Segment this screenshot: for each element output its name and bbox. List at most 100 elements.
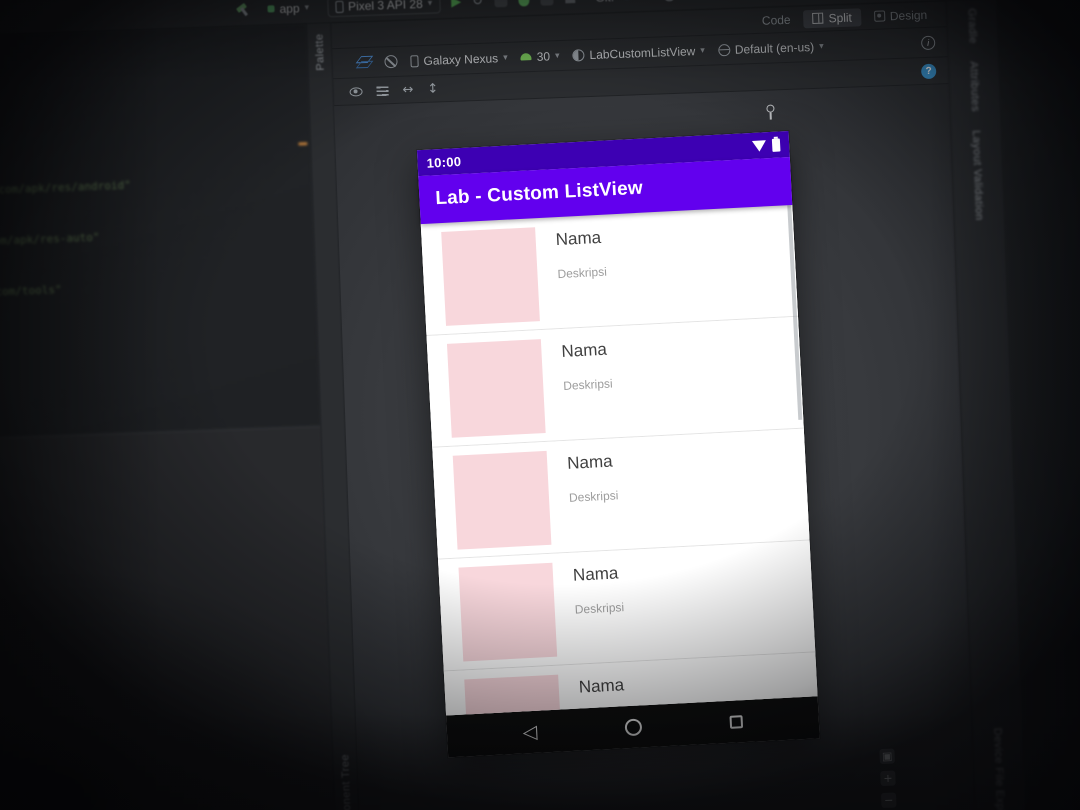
code-line: …lk.com/apk/res/android" — [0, 178, 131, 198]
device-dropdown[interactable]: Pixel 3 API 28 ▾ — [326, 0, 441, 17]
item-title: Nama — [572, 563, 619, 585]
list-item[interactable]: Nama Deskripsi — [432, 428, 810, 560]
item-title: Nama — [566, 451, 614, 473]
tab-code-label: Code — [761, 12, 791, 28]
list-item[interactable]: Nama Deskripsi — [438, 540, 816, 672]
chevron-down-icon: ▾ — [502, 51, 508, 63]
item-subtitle: Deskripsi — [574, 600, 625, 617]
battery-icon — [771, 138, 781, 152]
chevron-down-icon: ▾ — [554, 50, 560, 61]
main-area: …lk.com/apk/res/android" ….com/apk/res-a… — [0, 0, 1080, 810]
view-options-eye-icon[interactable] — [349, 86, 363, 97]
debug-icon[interactable] — [517, 0, 530, 7]
component-tree-tab[interactable]: Component Tree — [339, 754, 355, 810]
item-title: Nama — [578, 675, 625, 697]
zoom-fit-button[interactable]: ▣ — [879, 748, 895, 765]
zoom-out-button[interactable]: − — [880, 792, 897, 809]
gradle-tab[interactable]: Gradle — [965, 8, 978, 44]
image-placeholder — [452, 450, 552, 550]
device-icon — [410, 54, 419, 67]
image-placeholder — [464, 674, 563, 716]
theme-dropdown[interactable]: LabCustomListView ▾ — [572, 43, 705, 62]
history-clock-icon[interactable] — [662, 0, 676, 1]
git-label: Git: — [595, 0, 614, 4]
design-pane: Code Split Design Galaxy Nexus ▾ 30 ▾ La… — [331, 1, 976, 810]
run-config-dropdown[interactable]: app ▾ — [260, 0, 316, 18]
item-texts: Nama Deskripsi — [572, 550, 625, 616]
git-group: Git: ↙ ✓ ↶ — [595, 0, 695, 4]
list-view-icon[interactable] — [376, 84, 389, 97]
orientation-horizontal-icon[interactable]: ↔ — [402, 82, 413, 97]
wifi-icon — [751, 139, 767, 152]
code-line: …k.com/tools" — [0, 283, 62, 300]
palette-tab[interactable]: Palette — [313, 33, 326, 70]
scrollbar-marker[interactable] — [298, 142, 308, 146]
clear-design-icon[interactable] — [384, 54, 398, 69]
recents-icon — [729, 714, 744, 729]
app-title: Lab - Custom ListView — [434, 177, 644, 210]
device-icon — [334, 0, 344, 13]
stop-icon[interactable]: ■ — [564, 0, 577, 6]
profiler-icon[interactable] — [493, 0, 508, 8]
locale-dropdown[interactable]: Default (en-us) ▾ — [717, 39, 824, 57]
item-title: Nama — [561, 339, 608, 362]
item-subtitle: Deskripsi — [557, 264, 608, 282]
item-texts: Nama Deskripsi — [566, 438, 619, 505]
theme-icon — [572, 48, 585, 62]
image-placeholder — [446, 338, 546, 438]
key-icon — [766, 104, 775, 113]
code-line: …t" — [0, 329, 136, 354]
layout-validation-tab[interactable]: Layout Validation — [970, 130, 985, 221]
git-update-icon[interactable]: ↙ — [623, 0, 634, 4]
status-icons — [751, 138, 781, 152]
split-icon — [812, 12, 824, 24]
help-icon[interactable]: ? — [920, 63, 937, 79]
home-icon — [624, 717, 643, 736]
code-editor[interactable]: …lk.com/apk/res/android" ….com/apk/res-a… — [0, 24, 337, 810]
status-time: 10:00 — [426, 153, 462, 171]
tab-code[interactable]: Code — [753, 10, 800, 30]
module-icon — [267, 5, 275, 13]
chevron-down-icon: ▾ — [304, 2, 310, 13]
tab-design[interactable]: Design — [865, 5, 937, 26]
run-config-label: app — [279, 0, 300, 16]
locale-label: Default (en-us) — [734, 39, 815, 57]
attributes-tab[interactable]: Attributes — [967, 61, 981, 112]
tab-split-label: Split — [828, 10, 853, 25]
git-rollback-icon[interactable]: ↶ — [684, 0, 695, 2]
android-studio-window: app ▾ Pixel 3 API 28 ▾ ▶ ↻ ■ Git: ↙ ✓ ↶ — [0, 0, 1080, 810]
list-item[interactable]: Nama Deskripsi — [426, 316, 804, 448]
list-item[interactable]: Nama Deskripsi — [420, 204, 799, 336]
item-subtitle: Deskripsi — [568, 488, 619, 505]
virtual-device-dropdown[interactable]: Galaxy Nexus ▾ — [410, 50, 508, 67]
design-surface[interactable]: 10:00 Lab - Custom ListView Nama Deskrip… — [334, 84, 976, 810]
globe-icon — [717, 43, 731, 56]
item-texts: Nama Deskripsi — [555, 215, 608, 282]
list-view: Nama Deskripsi Nama Deskripsi Nama Deskr… — [420, 204, 818, 716]
surface-layers-icon[interactable] — [356, 56, 371, 70]
theme-label: LabCustomListView — [589, 43, 696, 62]
build-hammer-icon[interactable] — [235, 3, 249, 17]
device-file-explorer-tab[interactable]: Device File Explorer — [991, 727, 1007, 810]
bottom-tool-panel — [0, 425, 336, 810]
item-subtitle: Deskripsi — [562, 376, 613, 393]
virtual-device-label: Galaxy Nexus — [423, 50, 499, 68]
code-line: …" — [0, 380, 138, 405]
design-icon — [873, 10, 886, 22]
api-level-dropdown[interactable]: 30 ▾ — [520, 49, 560, 64]
rerun-icon[interactable]: ↻ — [472, 0, 483, 9]
image-placeholder — [458, 562, 558, 661]
orientation-vertical-icon[interactable]: ↕ — [427, 81, 438, 96]
code-line: ….com/apk/res-auto" — [0, 230, 100, 249]
item-title: Nama — [555, 227, 602, 250]
tab-split[interactable]: Split — [803, 7, 862, 28]
info-icon[interactable]: i — [920, 35, 936, 50]
git-commit-icon[interactable]: ✓ — [643, 0, 654, 3]
item-texts: Nama Deskripsi — [560, 327, 613, 393]
phone-preview[interactable]: 10:00 Lab - Custom ListView Nama Deskrip… — [416, 131, 820, 758]
zoom-in-button[interactable]: + — [880, 770, 896, 787]
run-button[interactable]: ▶ — [451, 0, 462, 10]
android-icon — [520, 53, 532, 61]
attach-debugger-icon[interactable] — [539, 0, 554, 6]
ide-screen: app ▾ Pixel 3 API 28 ▾ ▶ ↻ ■ Git: ↙ ✓ ↶ — [0, 0, 1080, 810]
